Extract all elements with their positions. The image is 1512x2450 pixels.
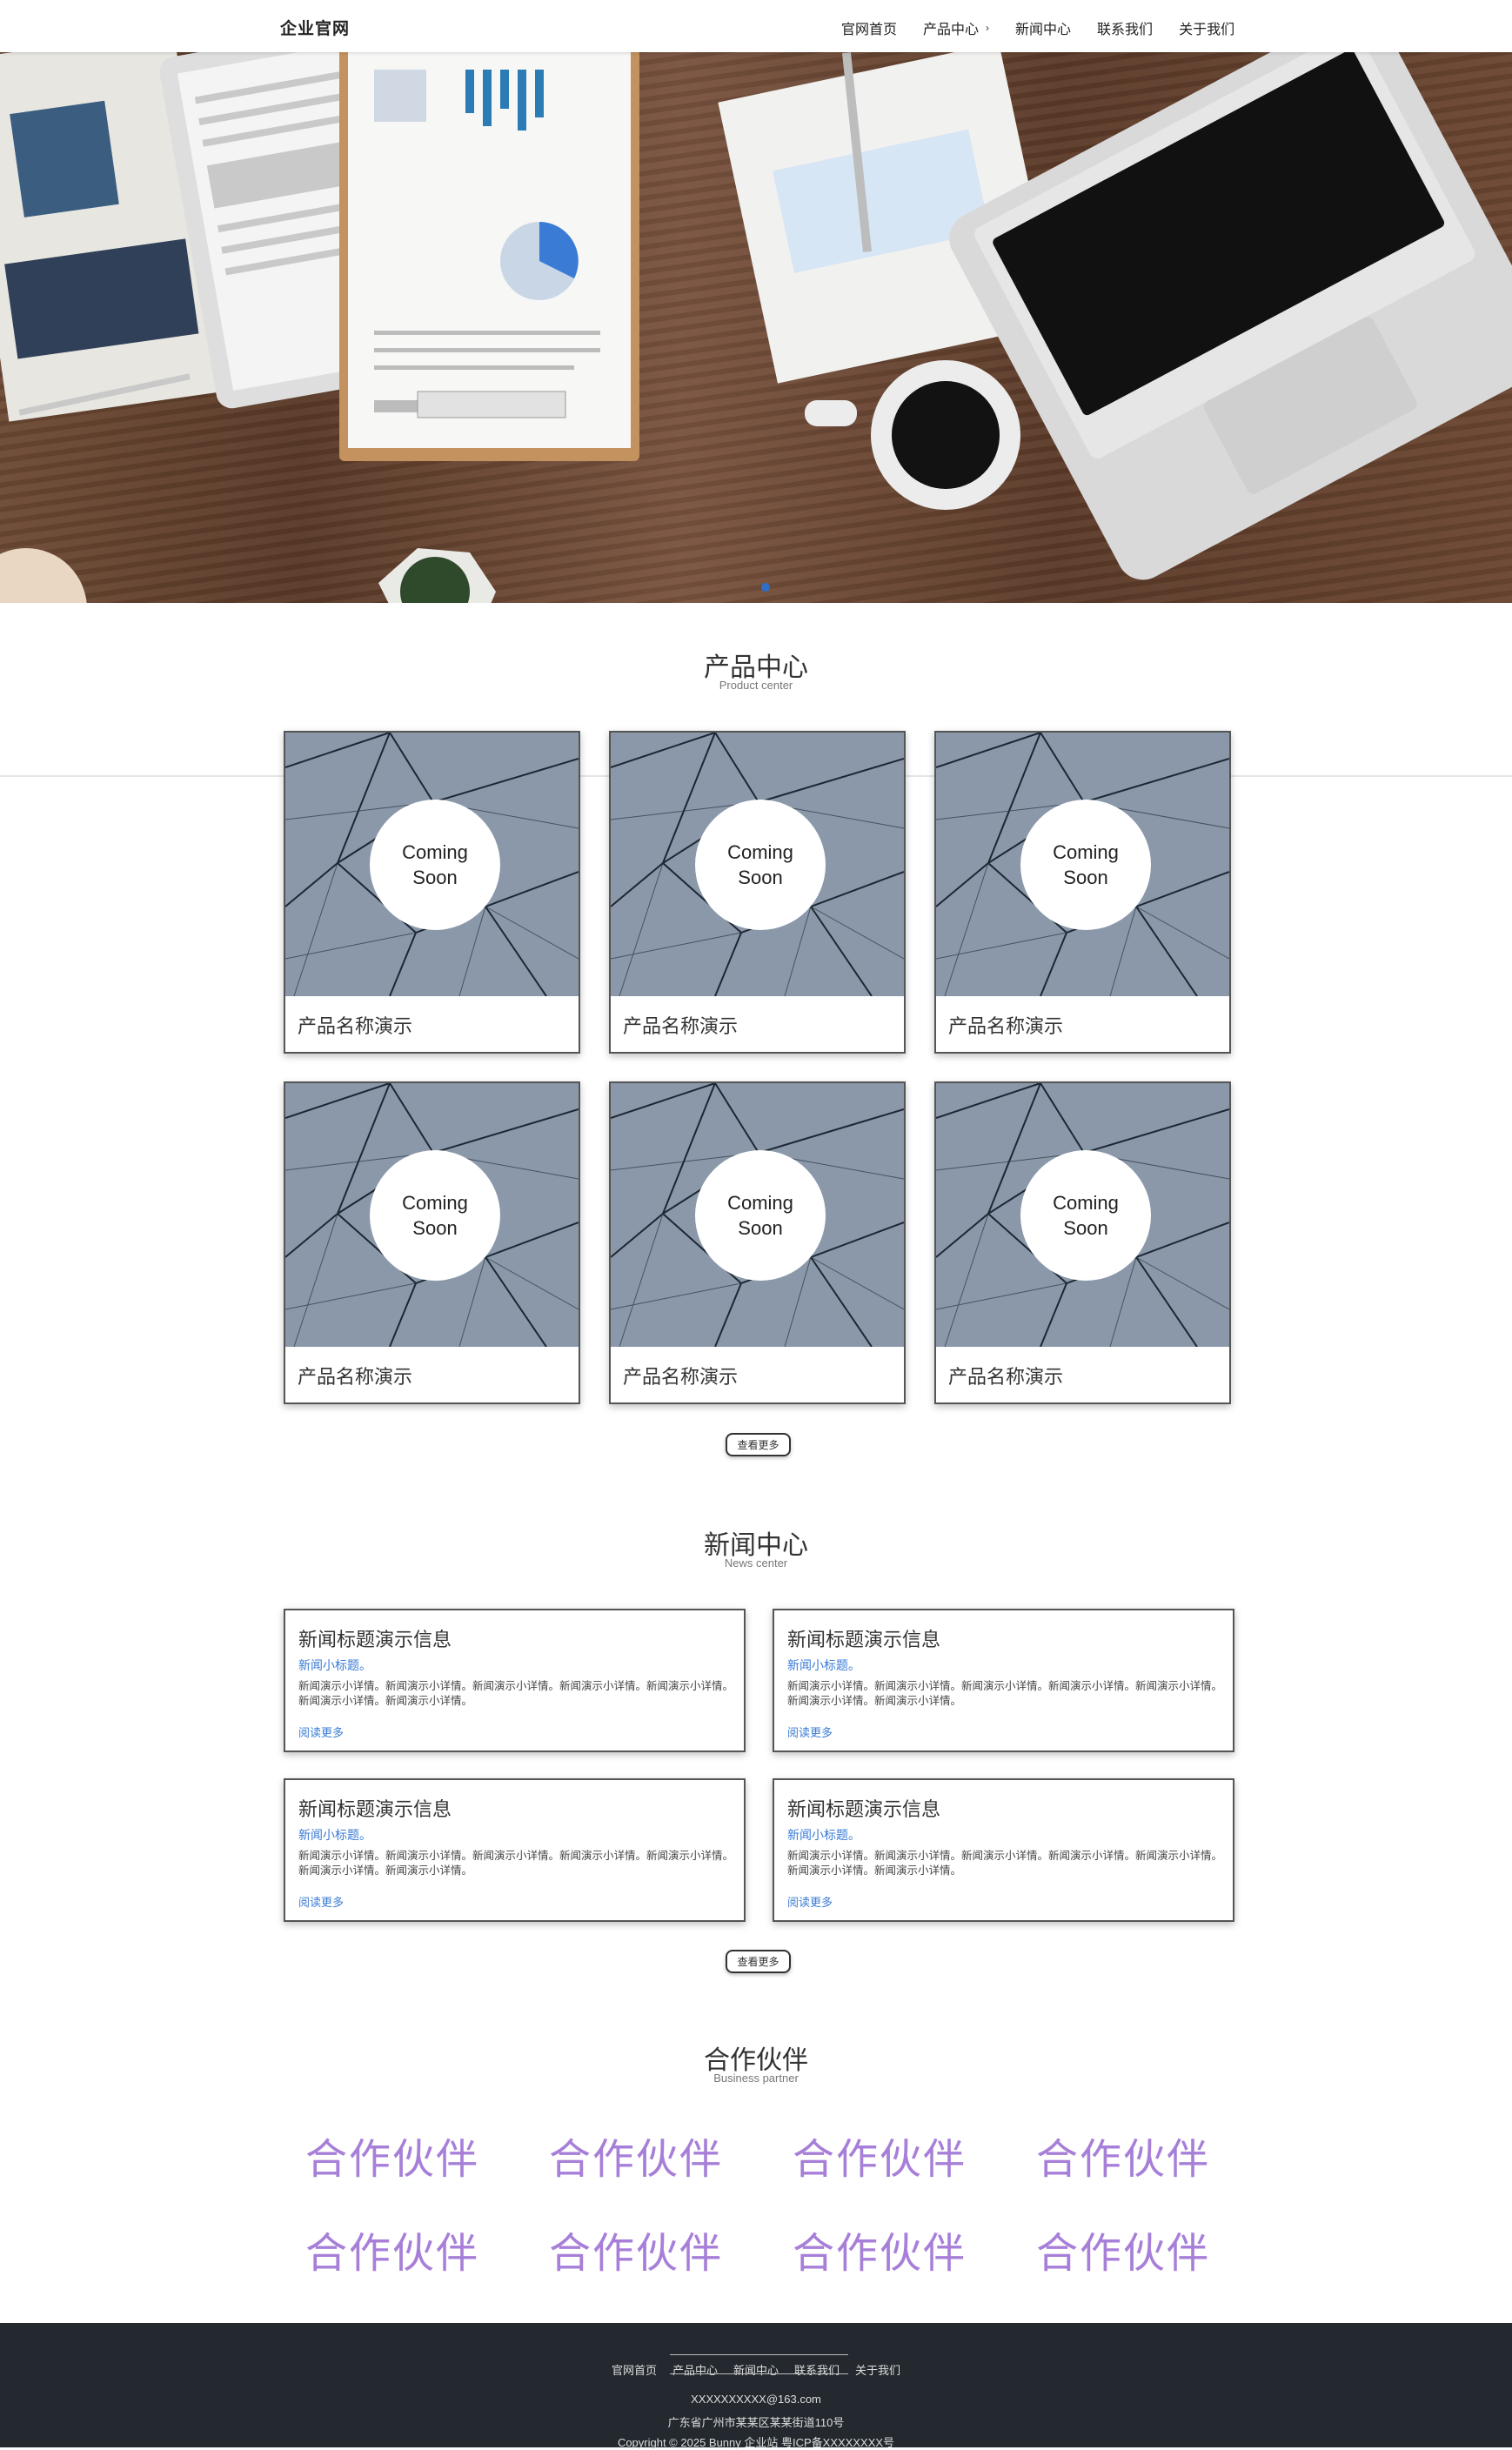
footer-nav-news[interactable]: 新闻中心 bbox=[733, 2361, 779, 2378]
news-title: 新闻标题演示信息 bbox=[298, 1629, 452, 1650]
nav-item-label: 联系我们 bbox=[1097, 23, 1154, 37]
partner-logo[interactable]: 合作伙伴 bbox=[1036, 2125, 1210, 2186]
footer-nav-home[interactable]: 官网首页 bbox=[612, 2361, 657, 2378]
product-card[interactable]: Coming Soon 产品名称演示 bbox=[609, 1081, 906, 1404]
partner-logo[interactable]: 合作伙伴 bbox=[305, 2219, 479, 2279]
nav-item-news[interactable]: 新闻中心 bbox=[1015, 17, 1071, 38]
news-title: 新闻标题演示信息 bbox=[787, 1629, 941, 1650]
nav-item-home[interactable]: 官网首页 bbox=[841, 17, 897, 38]
news-title: 新闻标题演示信息 bbox=[298, 1798, 452, 1820]
footer-nav: 官网首页 产品中心 新闻中心 联系我们 关于我们 bbox=[0, 2361, 1512, 2378]
footer-divider-top bbox=[670, 2354, 848, 2355]
nav-item-contact[interactable]: 联系我们 bbox=[1097, 17, 1153, 38]
partner-logo[interactable]: 合作伙伴 bbox=[305, 2125, 479, 2186]
nav-item-label: 关于我们 bbox=[1179, 23, 1235, 37]
news-more-button[interactable]: 查看更多 bbox=[726, 1950, 791, 1973]
hero-desk-illustration bbox=[0, 52, 1512, 603]
news-section-subtitle: News center bbox=[724, 1556, 788, 1570]
news-read-more-link[interactable]: 阅读更多 bbox=[298, 1724, 344, 1740]
partner-logo[interactable]: 合作伙伴 bbox=[549, 2125, 723, 2186]
news-read-more-link[interactable]: 阅读更多 bbox=[787, 1893, 833, 1910]
coming-soon-text: Coming Soon bbox=[402, 1192, 468, 1239]
site-footer: 官网首页 产品中心 新闻中心 联系我们 关于我们 XXXXXXXXXX@163.… bbox=[0, 2323, 1512, 2449]
footer-address: 广东省广州市某某区某某街道110号 bbox=[667, 2416, 845, 2429]
coming-soon-badge: Coming Soon bbox=[370, 1150, 500, 1281]
coming-soon-badge: Coming Soon bbox=[370, 800, 500, 930]
footer-nav-about[interactable]: 关于我们 bbox=[855, 2361, 900, 2378]
coming-soon-text: Coming Soon bbox=[1053, 1192, 1119, 1239]
footer-copyright: Copyright © 2025 Bunny 企业站 粤ICP备XXXXXXXX… bbox=[617, 2436, 895, 2449]
product-image: Coming Soon bbox=[611, 733, 904, 996]
footer-divider-bottom bbox=[670, 2373, 848, 2374]
nav-item-label: 新闻中心 bbox=[1015, 23, 1072, 37]
products-section-subtitle: Product center bbox=[719, 679, 793, 692]
product-card[interactable]: Coming Soon 产品名称演示 bbox=[934, 731, 1231, 1054]
coming-soon-badge: Coming Soon bbox=[695, 1150, 826, 1281]
partner-logo[interactable]: 合作伙伴 bbox=[793, 2125, 967, 2186]
carousel-indicator-dot[interactable] bbox=[761, 583, 770, 592]
news-card[interactable]: 新闻标题演示信息新闻小标题。新闻演示小详情。新闻演示小详情。新闻演示小详情。新闻… bbox=[773, 1778, 1234, 1922]
nav-item-about[interactable]: 关于我们 bbox=[1179, 17, 1234, 38]
product-name: 产品名称演示 bbox=[948, 1366, 1064, 1388]
news-description: 新闻演示小详情。新闻演示小详情。新闻演示小详情。新闻演示小详情。新闻演示小详情。… bbox=[787, 1680, 1223, 1707]
coming-soon-text: Coming Soon bbox=[727, 1192, 793, 1239]
news-read-more-link[interactable]: 阅读更多 bbox=[787, 1724, 833, 1740]
news-read-more-link[interactable]: 阅读更多 bbox=[298, 1893, 344, 1910]
partner-logo[interactable]: 合作伙伴 bbox=[1036, 2219, 1210, 2279]
news-subtitle: 新闻小标题。 bbox=[298, 1658, 371, 1672]
nav-menu: 官网首页 产品中心 › 新闻中心 联系我们 关于我们 bbox=[841, 17, 1261, 38]
news-subtitle: 新闻小标题。 bbox=[298, 1828, 371, 1842]
news-description: 新闻演示小详情。新闻演示小详情。新闻演示小详情。新闻演示小详情。新闻演示小详情。… bbox=[298, 1680, 734, 1707]
news-card[interactable]: 新闻标题演示信息新闻小标题。新闻演示小详情。新闻演示小详情。新闻演示小详情。新闻… bbox=[773, 1609, 1234, 1752]
coming-soon-badge: Coming Soon bbox=[1020, 1150, 1151, 1281]
coming-soon-text: Coming Soon bbox=[1053, 841, 1119, 888]
footer-nav-contact[interactable]: 联系我们 bbox=[794, 2361, 840, 2378]
news-description: 新闻演示小详情。新闻演示小详情。新闻演示小详情。新闻演示小详情。新闻演示小详情。… bbox=[787, 1850, 1223, 1877]
products-more-button[interactable]: 查看更多 bbox=[726, 1433, 791, 1456]
coming-soon-badge: Coming Soon bbox=[695, 800, 826, 930]
product-card[interactable]: Coming Soon 产品名称演示 bbox=[934, 1081, 1231, 1404]
news-subtitle: 新闻小标题。 bbox=[787, 1828, 860, 1842]
partner-logo[interactable]: 合作伙伴 bbox=[793, 2219, 967, 2279]
product-image: Coming Soon bbox=[285, 1083, 579, 1347]
product-name: 产品名称演示 bbox=[623, 1015, 739, 1037]
hero-carousel[interactable] bbox=[0, 52, 1512, 603]
product-name: 产品名称演示 bbox=[298, 1366, 413, 1388]
nav-item-label: 官网首页 bbox=[841, 23, 898, 37]
news-card[interactable]: 新闻标题演示信息新闻小标题。新闻演示小详情。新闻演示小详情。新闻演示小详情。新闻… bbox=[284, 1609, 746, 1752]
nav-item-products[interactable]: 产品中心 › bbox=[923, 17, 989, 38]
chevron-right-icon: › bbox=[986, 22, 990, 34]
brand-logo-text[interactable]: 企业官网 bbox=[280, 16, 350, 39]
news-subtitle: 新闻小标题。 bbox=[787, 1658, 860, 1672]
coming-soon-text: Coming Soon bbox=[402, 841, 468, 888]
coming-soon-badge: Coming Soon bbox=[1020, 800, 1151, 930]
product-name: 产品名称演示 bbox=[623, 1366, 739, 1388]
product-card[interactable]: Coming Soon 产品名称演示 bbox=[284, 731, 580, 1054]
product-name: 产品名称演示 bbox=[298, 1015, 413, 1037]
news-description: 新闻演示小详情。新闻演示小详情。新闻演示小详情。新闻演示小详情。新闻演示小详情。… bbox=[298, 1850, 734, 1877]
footer-email: XXXXXXXXXX@163.com bbox=[691, 2393, 821, 2406]
product-image: Coming Soon bbox=[936, 733, 1229, 996]
product-name: 产品名称演示 bbox=[948, 1015, 1064, 1037]
partner-logo[interactable]: 合作伙伴 bbox=[549, 2219, 723, 2279]
news-title: 新闻标题演示信息 bbox=[787, 1798, 941, 1820]
product-image: Coming Soon bbox=[936, 1083, 1229, 1347]
news-card[interactable]: 新闻标题演示信息新闻小标题。新闻演示小详情。新闻演示小详情。新闻演示小详情。新闻… bbox=[284, 1778, 746, 1922]
top-navbar: 企业官网 官网首页 产品中心 › 新闻中心 联系我们 关于我们 bbox=[0, 0, 1512, 52]
partners-section-subtitle: Business partner bbox=[713, 2072, 799, 2085]
footer-nav-products[interactable]: 产品中心 bbox=[672, 2361, 718, 2378]
coming-soon-text: Coming Soon bbox=[727, 841, 793, 888]
product-card[interactable]: Coming Soon 产品名称演示 bbox=[284, 1081, 580, 1404]
nav-item-label: 产品中心 bbox=[923, 23, 980, 37]
product-image: Coming Soon bbox=[611, 1083, 904, 1347]
product-card[interactable]: Coming Soon 产品名称演示 bbox=[609, 731, 906, 1054]
product-image: Coming Soon bbox=[285, 733, 579, 996]
